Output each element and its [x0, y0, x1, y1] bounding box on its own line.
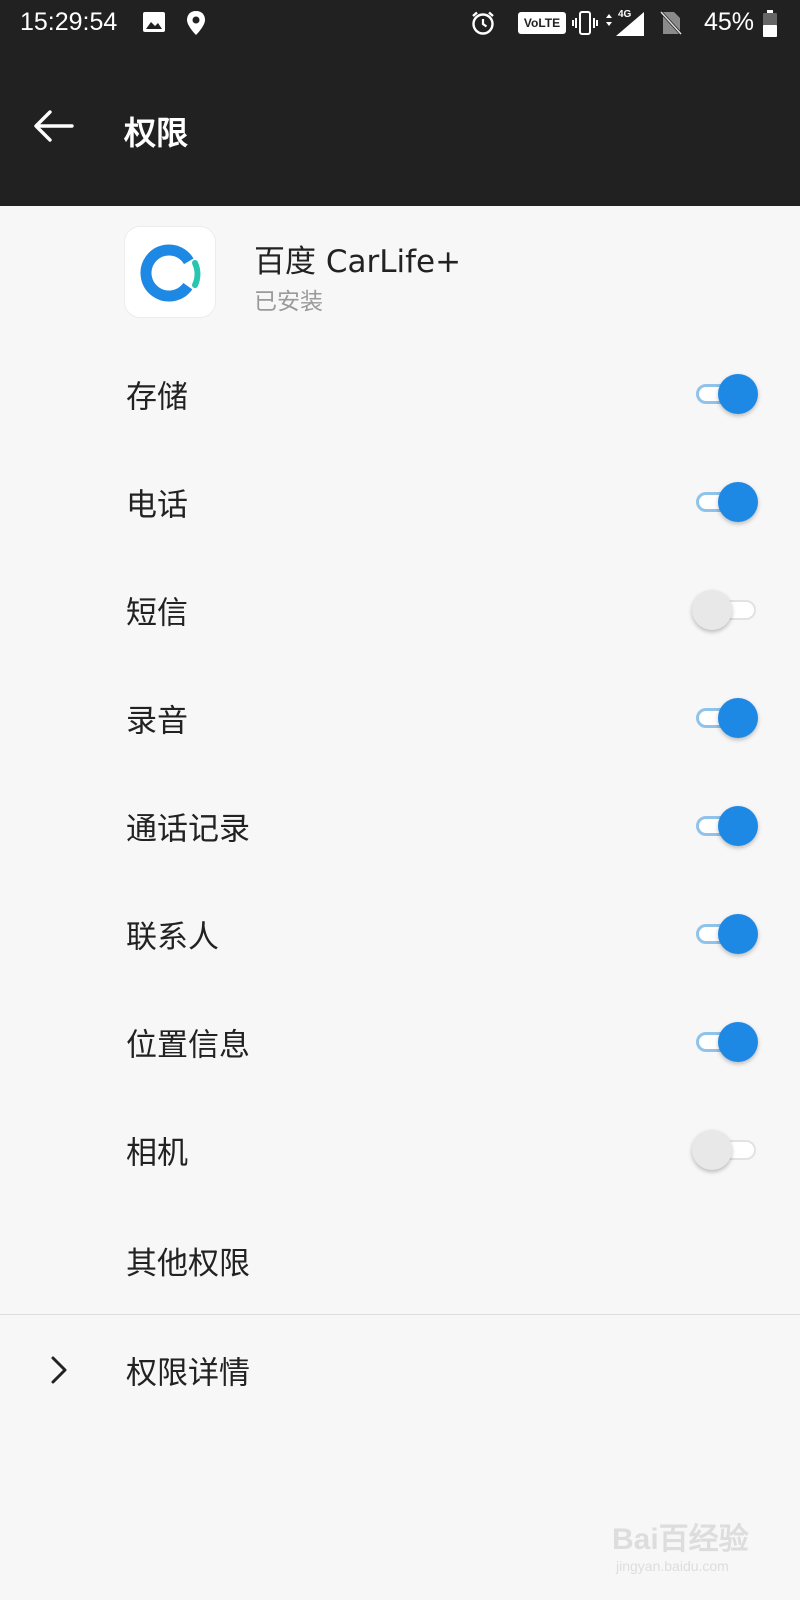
app-name: 百度 CarLife+	[254, 244, 462, 280]
toggle-knob	[692, 590, 732, 630]
permission-row-microphone[interactable]: 录音	[0, 664, 800, 772]
permission-label: 联系人	[126, 919, 219, 956]
permission-toggle-location[interactable]	[694, 1020, 758, 1064]
signal-icon: 4G	[602, 6, 648, 42]
app-toolbar: 权限	[0, 48, 800, 206]
toggle-knob	[718, 914, 758, 954]
toggle-knob	[718, 1022, 758, 1062]
location-icon	[186, 10, 206, 40]
status-time: 15:29:54	[20, 8, 118, 36]
battery-icon	[762, 10, 778, 42]
permission-row-camera[interactable]: 相机	[0, 1096, 800, 1204]
permission-toggle-call-log[interactable]	[694, 804, 758, 848]
back-button[interactable]	[28, 100, 80, 152]
carlife-app-icon	[124, 226, 216, 318]
status-bar: 15:29:54 VoLTE 4G 45%	[0, 0, 800, 48]
app-install-status: 已安装	[254, 289, 323, 315]
toggle-knob	[718, 698, 758, 738]
permission-toggle-contacts[interactable]	[694, 912, 758, 956]
permission-label: 短信	[126, 595, 188, 632]
permission-row-phone[interactable]: 电话	[0, 448, 800, 556]
permission-toggle-storage[interactable]	[694, 372, 758, 416]
permission-toggle-camera[interactable]	[692, 1128, 758, 1172]
image-icon	[142, 10, 166, 38]
permission-label: 位置信息	[126, 1027, 250, 1064]
volte-icon: VoLTE	[518, 12, 566, 34]
permission-label: 相机	[126, 1135, 188, 1172]
baidu-jingyan-watermark: Bai百经验 jingyan.baidu.com	[612, 1492, 762, 1582]
permission-label: 录音	[126, 703, 188, 740]
permission-toggle-sms[interactable]	[692, 588, 758, 632]
permission-label: 通话记录	[126, 811, 250, 848]
no-sim-icon	[659, 10, 683, 40]
back-arrow-icon	[34, 110, 74, 142]
divider	[0, 1314, 800, 1315]
permission-row-call-log[interactable]: 通话记录	[0, 772, 800, 880]
vibrate-icon	[572, 10, 598, 40]
alarm-icon	[470, 10, 496, 40]
permission-label: 电话	[126, 487, 188, 524]
toggle-knob	[692, 1130, 732, 1170]
toggle-knob	[718, 482, 758, 522]
watermark-text: Bai百经验	[612, 1523, 749, 1556]
other-permissions-header: 其他权限	[126, 1246, 250, 1282]
permission-details-row[interactable]: 权限详情	[0, 1316, 800, 1424]
permission-toggle-microphone[interactable]	[694, 696, 758, 740]
permission-row-contacts[interactable]: 联系人	[0, 880, 800, 988]
permission-toggle-phone[interactable]	[694, 480, 758, 524]
toggle-knob	[718, 806, 758, 846]
battery-percent: 45%	[704, 8, 755, 36]
permission-label: 存储	[126, 379, 188, 416]
page-title: 权限	[124, 114, 189, 152]
chevron-right-icon	[44, 1354, 72, 1386]
toggle-knob	[718, 374, 758, 414]
watermark-url: jingyan.baidu.com	[616, 1558, 729, 1574]
permission-row-location[interactable]: 位置信息	[0, 988, 800, 1096]
permission-row-storage[interactable]: 存储	[0, 340, 800, 448]
permission-row-sms[interactable]: 短信	[0, 556, 800, 664]
permission-details-label: 权限详情	[126, 1355, 250, 1392]
svg-text:4G: 4G	[618, 9, 632, 20]
